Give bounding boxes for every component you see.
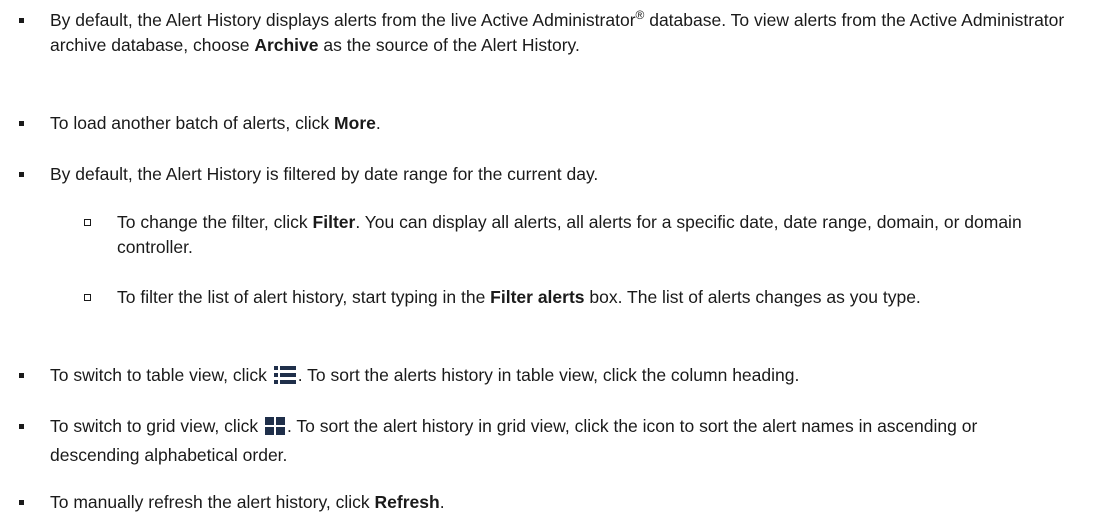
bullet-marker: [19, 373, 24, 378]
bullet-text: To switch to grid view, click . To sort …: [50, 416, 978, 465]
bullet-text: By default, the Alert History displays a…: [50, 8, 1065, 55]
list-view-icon: [273, 365, 296, 392]
bullet-marker: [19, 121, 24, 126]
bullet-text: By default, the Alert History is filtere…: [50, 164, 599, 184]
sub-bullet-text: To change the filter, click Filter. You …: [117, 212, 1022, 257]
more-term: More: [334, 113, 376, 133]
bullet-text: To load another batch of alerts, click M…: [50, 113, 381, 133]
filter-alerts-term: Filter alerts: [490, 287, 585, 307]
sub-bullet-marker: [84, 294, 91, 301]
bullet-marker: [19, 172, 24, 177]
bullet-marker: [19, 500, 24, 505]
sub-bullet-marker: [84, 219, 91, 226]
help-document: By default, the Alert History displays a…: [0, 0, 1097, 532]
filter-term: Filter: [312, 212, 356, 232]
refresh-term: Refresh: [374, 492, 440, 512]
bullet-marker: [19, 424, 24, 429]
bullet-text: To manually refresh the alert history, c…: [50, 492, 445, 512]
grid-view-icon: [264, 416, 285, 443]
archive-term: Archive: [254, 35, 319, 55]
sub-bullet-text: To filter the list of alert history, sta…: [117, 287, 921, 307]
bullet-marker: [19, 18, 24, 23]
bullet-text: To switch to table view, click . To sort…: [50, 363, 1070, 392]
